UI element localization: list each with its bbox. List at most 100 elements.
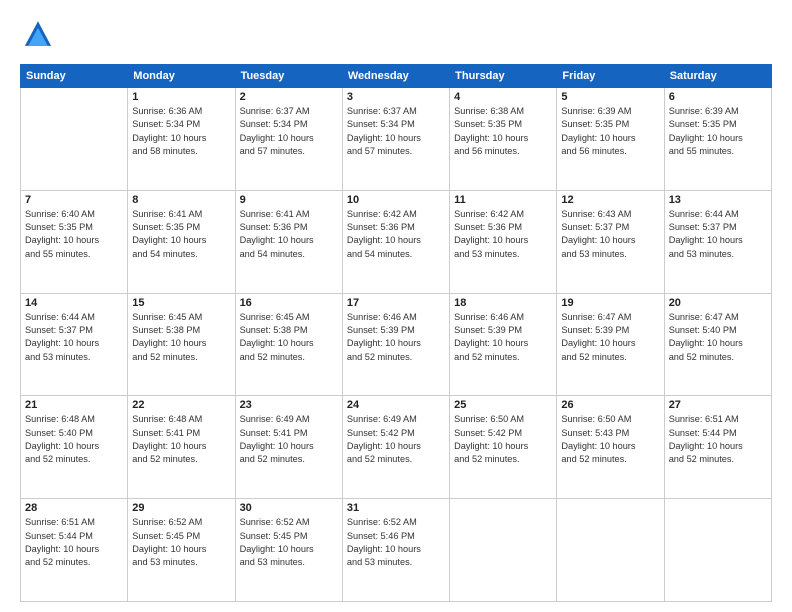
calendar-week-5: 28 Sunrise: 6:51 AMSunset: 5:44 PMDayligh…: [21, 499, 772, 602]
day-info: Sunrise: 6:45 AMSunset: 5:38 PMDaylight:…: [132, 311, 230, 364]
day-info: Sunrise: 6:47 AMSunset: 5:39 PMDaylight:…: [561, 311, 659, 364]
day-number: 5: [561, 91, 659, 103]
day-info: Sunrise: 6:52 AMSunset: 5:45 PMDaylight:…: [240, 516, 338, 569]
day-number: 17: [347, 297, 445, 309]
day-number: 28: [25, 502, 123, 514]
day-number: 2: [240, 91, 338, 103]
calendar-cell: 20 Sunrise: 6:47 AMSunset: 5:40 PMDayligh…: [664, 293, 771, 396]
day-info: Sunrise: 6:51 AMSunset: 5:44 PMDaylight:…: [25, 516, 123, 569]
col-header-saturday: Saturday: [664, 65, 771, 88]
calendar-cell: 21Sunrise: 6:48 AMSunset: 5:40 PMDayligh…: [21, 396, 128, 499]
day-info: Sunrise: 6:37 AMSunset: 5:34 PMDaylight:…: [240, 105, 338, 158]
calendar-cell: 28 Sunrise: 6:51 AMSunset: 5:44 PMDayligh…: [21, 499, 128, 602]
day-info: Sunrise: 6:52 AMSunset: 5:45 PMDaylight:…: [132, 516, 230, 569]
calendar-cell: 25Sunrise: 6:50 AMSunset: 5:42 PMDayligh…: [450, 396, 557, 499]
calendar-week-2: 7 Sunrise: 6:40 AMSunset: 5:35 PMDaylight…: [21, 190, 772, 293]
day-number: 29: [132, 502, 230, 514]
day-info: Sunrise: 6:44 AMSunset: 5:37 PMDaylight:…: [669, 208, 767, 261]
day-number: 31: [347, 502, 445, 514]
day-number: 4: [454, 91, 552, 103]
day-number: 10: [347, 194, 445, 206]
day-number: 7: [25, 194, 123, 206]
day-number: 20: [669, 297, 767, 309]
calendar-cell: 15 Sunrise: 6:45 AMSunset: 5:38 PMDayligh…: [128, 293, 235, 396]
calendar-cell: 26 Sunrise: 6:50 AMSunset: 5:43 PMDayligh…: [557, 396, 664, 499]
calendar-cell: 7 Sunrise: 6:40 AMSunset: 5:35 PMDaylight…: [21, 190, 128, 293]
day-info: Sunrise: 6:48 AMSunset: 5:41 PMDaylight:…: [132, 413, 230, 466]
calendar-cell: 5 Sunrise: 6:39 AMSunset: 5:35 PMDaylight…: [557, 88, 664, 191]
day-number: 18: [454, 297, 552, 309]
calendar-week-4: 21Sunrise: 6:48 AMSunset: 5:40 PMDayligh…: [21, 396, 772, 499]
day-info: Sunrise: 6:41 AMSunset: 5:35 PMDaylight:…: [132, 208, 230, 261]
day-info: Sunrise: 6:39 AMSunset: 5:35 PMDaylight:…: [669, 105, 767, 158]
calendar-cell: 17Sunrise: 6:46 AMSunset: 5:39 PMDayligh…: [342, 293, 449, 396]
day-info: Sunrise: 6:45 AMSunset: 5:38 PMDaylight:…: [240, 311, 338, 364]
day-number: 19: [561, 297, 659, 309]
day-number: 13: [669, 194, 767, 206]
col-header-sunday: Sunday: [21, 65, 128, 88]
day-number: 30: [240, 502, 338, 514]
day-number: 1: [132, 91, 230, 103]
day-number: 11: [454, 194, 552, 206]
day-number: 23: [240, 399, 338, 411]
day-info: Sunrise: 6:39 AMSunset: 5:35 PMDaylight:…: [561, 105, 659, 158]
day-number: 16: [240, 297, 338, 309]
calendar-table: SundayMondayTuesdayWednesdayThursdayFrid…: [20, 64, 772, 602]
day-number: 21: [25, 399, 123, 411]
calendar-cell: 12Sunrise: 6:43 AMSunset: 5:37 PMDayligh…: [557, 190, 664, 293]
calendar-week-3: 14Sunrise: 6:44 AMSunset: 5:37 PMDayligh…: [21, 293, 772, 396]
calendar-cell: 13 Sunrise: 6:44 AMSunset: 5:37 PMDayligh…: [664, 190, 771, 293]
calendar-cell: 10Sunrise: 6:42 AMSunset: 5:36 PMDayligh…: [342, 190, 449, 293]
calendar-cell: 16 Sunrise: 6:45 AMSunset: 5:38 PMDayligh…: [235, 293, 342, 396]
day-info: Sunrise: 6:50 AMSunset: 5:43 PMDaylight:…: [561, 413, 659, 466]
calendar-header-row: SundayMondayTuesdayWednesdayThursdayFrid…: [21, 65, 772, 88]
day-number: 8: [132, 194, 230, 206]
day-number: 3: [347, 91, 445, 103]
calendar-cell: [557, 499, 664, 602]
calendar-cell: 3 Sunrise: 6:37 AMSunset: 5:34 PMDaylight…: [342, 88, 449, 191]
calendar-cell: [21, 88, 128, 191]
day-number: 26: [561, 399, 659, 411]
day-info: Sunrise: 6:52 AMSunset: 5:46 PMDaylight:…: [347, 516, 445, 569]
calendar-cell: 18 Sunrise: 6:46 AMSunset: 5:39 PMDayligh…: [450, 293, 557, 396]
calendar-cell: 23Sunrise: 6:49 AMSunset: 5:41 PMDayligh…: [235, 396, 342, 499]
day-number: 6: [669, 91, 767, 103]
day-info: Sunrise: 6:38 AMSunset: 5:35 PMDaylight:…: [454, 105, 552, 158]
calendar-cell: 24 Sunrise: 6:49 AMSunset: 5:42 PMDayligh…: [342, 396, 449, 499]
calendar-cell: 11 Sunrise: 6:42 AMSunset: 5:36 PMDayligh…: [450, 190, 557, 293]
day-info: Sunrise: 6:46 AMSunset: 5:39 PMDaylight:…: [454, 311, 552, 364]
calendar-cell: 14Sunrise: 6:44 AMSunset: 5:37 PMDayligh…: [21, 293, 128, 396]
logo: [20, 18, 60, 54]
calendar-cell: 22 Sunrise: 6:48 AMSunset: 5:41 PMDayligh…: [128, 396, 235, 499]
calendar-cell: 31 Sunrise: 6:52 AMSunset: 5:46 PMDayligh…: [342, 499, 449, 602]
calendar-week-1: 1 Sunrise: 6:36 AMSunset: 5:34 PMDaylight…: [21, 88, 772, 191]
day-info: Sunrise: 6:41 AMSunset: 5:36 PMDaylight:…: [240, 208, 338, 261]
col-header-thursday: Thursday: [450, 65, 557, 88]
col-header-wednesday: Wednesday: [342, 65, 449, 88]
day-number: 9: [240, 194, 338, 206]
day-number: 12: [561, 194, 659, 206]
day-info: Sunrise: 6:49 AMSunset: 5:42 PMDaylight:…: [347, 413, 445, 466]
day-info: Sunrise: 6:36 AMSunset: 5:34 PMDaylight:…: [132, 105, 230, 158]
calendar-cell: 30 Sunrise: 6:52 AMSunset: 5:45 PMDayligh…: [235, 499, 342, 602]
day-number: 24: [347, 399, 445, 411]
day-info: Sunrise: 6:40 AMSunset: 5:35 PMDaylight:…: [25, 208, 123, 261]
day-info: Sunrise: 6:42 AMSunset: 5:36 PMDaylight:…: [454, 208, 552, 261]
col-header-friday: Friday: [557, 65, 664, 88]
day-info: Sunrise: 6:47 AMSunset: 5:40 PMDaylight:…: [669, 311, 767, 364]
day-number: 22: [132, 399, 230, 411]
day-number: 25: [454, 399, 552, 411]
day-info: Sunrise: 6:51 AMSunset: 5:44 PMDaylight:…: [669, 413, 767, 466]
calendar-cell: 8 Sunrise: 6:41 AMSunset: 5:35 PMDaylight…: [128, 190, 235, 293]
col-header-tuesday: Tuesday: [235, 65, 342, 88]
day-number: 27: [669, 399, 767, 411]
day-info: Sunrise: 6:37 AMSunset: 5:34 PMDaylight:…: [347, 105, 445, 158]
calendar-cell: 2 Sunrise: 6:37 AMSunset: 5:34 PMDaylight…: [235, 88, 342, 191]
day-number: 15: [132, 297, 230, 309]
calendar-cell: 1 Sunrise: 6:36 AMSunset: 5:34 PMDaylight…: [128, 88, 235, 191]
calendar-cell: [664, 499, 771, 602]
calendar-cell: 4 Sunrise: 6:38 AMSunset: 5:35 PMDaylight…: [450, 88, 557, 191]
calendar-cell: 9 Sunrise: 6:41 AMSunset: 5:36 PMDaylight…: [235, 190, 342, 293]
day-number: 14: [25, 297, 123, 309]
calendar-cell: 6 Sunrise: 6:39 AMSunset: 5:35 PMDaylight…: [664, 88, 771, 191]
